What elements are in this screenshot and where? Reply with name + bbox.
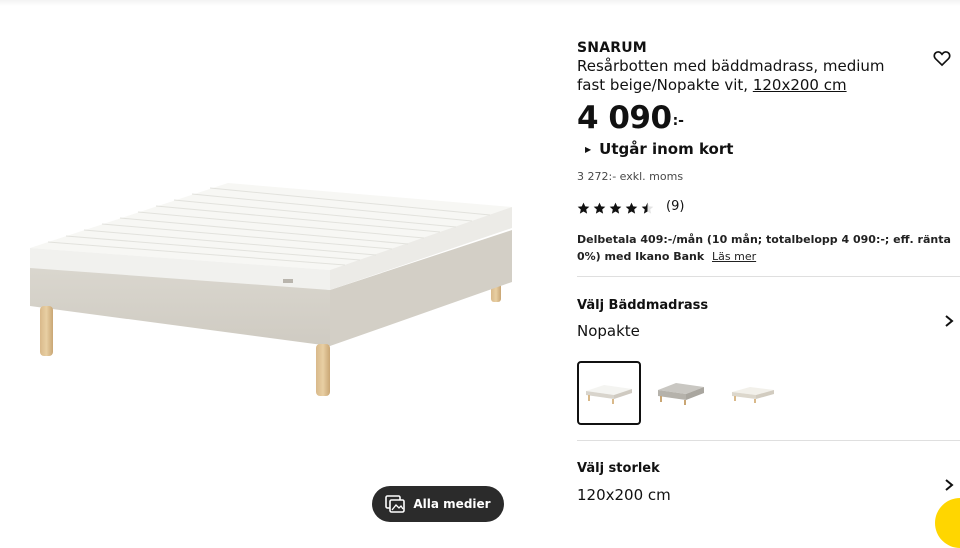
chat-button[interactable] <box>935 498 960 548</box>
size-link[interactable]: 120x200 cm <box>753 76 847 94</box>
star-half-icon <box>641 200 654 214</box>
price-amount: 4 090 <box>577 100 672 136</box>
mattress-section-title: Välj Bäddmadrass <box>577 298 709 313</box>
divider <box>577 440 960 441</box>
rating-count: (9) <box>666 199 685 214</box>
financing-info: Delbetala 409:-/mån (10 mån; totalbelopp… <box>577 231 960 265</box>
product-name: SNARUM <box>577 40 647 56</box>
triangle-right-icon: ▶ <box>585 144 592 154</box>
divider <box>577 276 960 277</box>
size-section-value: 120x200 cm <box>577 486 671 504</box>
mattress-section-value: Nopakte <box>577 322 640 340</box>
star-full-icon <box>577 200 590 214</box>
price-currency: :- <box>672 113 684 129</box>
mattress-option-thumbnail[interactable] <box>577 361 641 425</box>
star-full-icon <box>609 200 622 214</box>
rating[interactable]: (9) <box>577 199 960 214</box>
financing-text: Delbetala 409:-/mån (10 mån; totalbelopp… <box>577 233 951 263</box>
star-full-icon <box>593 200 606 214</box>
gallery-icon <box>385 495 406 513</box>
header-shadow <box>0 0 960 6</box>
mattress-chevron-right-icon[interactable] <box>944 313 954 327</box>
star-full-icon <box>625 200 638 214</box>
product-image[interactable] <box>0 20 560 490</box>
availability-toggle[interactable]: ▶ Utgår inom kort <box>585 140 960 158</box>
rating-stars <box>577 200 654 214</box>
all-media-label: Alla medier <box>413 497 491 511</box>
mattress-option-thumbnail[interactable] <box>649 361 713 425</box>
size-chevron-right-icon[interactable] <box>944 477 954 491</box>
availability-label: Utgår inom kort <box>599 140 734 158</box>
all-media-button[interactable]: Alla medier <box>372 486 504 522</box>
size-section-title: Välj storlek <box>577 461 660 476</box>
mattress-option-thumbnail[interactable] <box>721 361 785 425</box>
price-excl-vat: 3 272:- exkl. moms <box>577 170 684 183</box>
price: 4 090 :- <box>577 99 960 137</box>
product-description: Resårbotten med bäddmadrass, medium fast… <box>577 57 917 95</box>
mattress-options <box>577 361 785 425</box>
product-info: SNARUM Resårbotten med bäddmadrass, medi… <box>577 40 960 265</box>
read-more-link[interactable]: Läs mer <box>712 250 756 263</box>
